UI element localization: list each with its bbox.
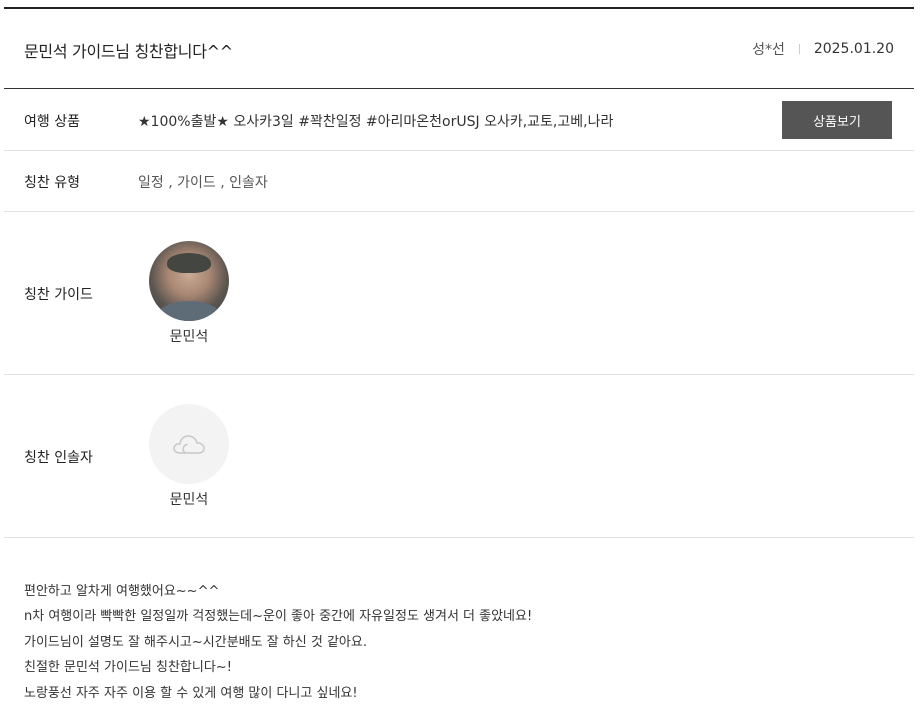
view-product-button[interactable]: 상품보기: [782, 101, 892, 139]
praise-type-label: 칭찬 유형: [24, 175, 80, 191]
praise-type-value: 일정 , 가이드 , 인솔자: [138, 175, 268, 191]
escort-avatar: [149, 404, 229, 484]
author-name: 성*선: [752, 42, 785, 58]
review-detail: 문민석 가이드님 칭찬합니다^^ 성*선 2025.01.20 여행 상품 ★1…: [0, 0, 920, 719]
praise-guide-row: 칭찬 가이드 문민석: [4, 212, 914, 375]
guide-avatar: [149, 241, 229, 321]
review-content: 편안하고 알차게 여행했어요~~^^ n차 여행이라 빡빡한 일정일까 걱정했는…: [24, 579, 532, 706]
review-line: 친절한 문민석 가이드님 칭찬합니다~!: [24, 660, 232, 676]
product-row: 여행 상품 ★100%출발★ 오사카3일 #꽉찬일정 #아리마온천orUSJ 오…: [4, 90, 914, 151]
praise-guide-label: 칭찬 가이드: [24, 287, 93, 303]
product-label: 여행 상품: [24, 114, 80, 130]
escort-profile: 문민석: [148, 404, 230, 509]
review-line: n차 여행이라 빡빡한 일정일까 걱정했는데~운이 좋아 중간에 자유일정도 생…: [24, 609, 533, 625]
review-line: 가이드님이 설명도 잘 해주시고~시간분배도 잘 하신 것 같아요.: [24, 634, 367, 650]
praise-escort-row: 칭찬 인솔자 문민석: [4, 375, 914, 538]
praise-escort-label: 칭찬 인솔자: [24, 450, 93, 466]
guide-name: 문민석: [169, 329, 209, 345]
cloud-icon: [173, 435, 205, 454]
guide-profile: 문민석: [148, 241, 230, 346]
product-name: ★100%출발★ 오사카3일 #꽉찬일정 #아리마온천orUSJ 오사카,교토,…: [138, 114, 614, 130]
review-date: 2025.01.20: [813, 41, 894, 57]
review-meta: 성*선 2025.01.20: [752, 39, 894, 59]
praise-type-row: 칭찬 유형 일정 , 가이드 , 인솔자: [4, 151, 914, 212]
review-line: 편안하고 알차게 여행했어요~~^^: [24, 584, 220, 599]
review-header: 문민석 가이드님 칭찬합니다^^ 성*선 2025.01.20: [4, 9, 914, 89]
review-title: 문민석 가이드님 칭찬합니다^^: [24, 42, 233, 61]
escort-name: 문민석: [169, 492, 209, 508]
review-line: 노랑풍선 자주 자주 이용 할 수 있게 여행 많이 다니고 싶네요!: [24, 685, 358, 701]
meta-divider: [798, 44, 800, 54]
